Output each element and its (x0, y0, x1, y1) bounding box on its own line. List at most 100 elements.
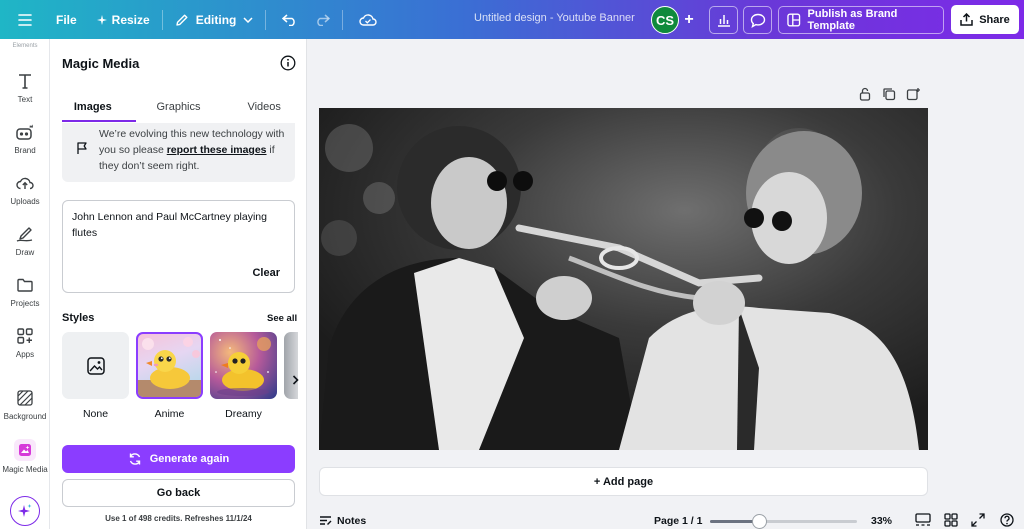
draw-icon (15, 224, 35, 244)
left-rail: Elements Text Brand Uploads Draw Project… (0, 39, 50, 529)
media-tabs: Images Graphics Videos (50, 97, 307, 121)
text-icon (15, 71, 35, 91)
file-label: File (56, 12, 77, 27)
grid-view-icon[interactable] (944, 513, 958, 527)
credits-text: Use 1 of 498 credits. Refreshes 11/1/24 (105, 514, 252, 523)
resize-button[interactable]: Resize (89, 6, 158, 34)
add-page-button[interactable]: + Add page (319, 467, 928, 496)
insights-button[interactable] (709, 6, 738, 34)
tab-images[interactable]: Images (50, 97, 136, 121)
brand-icon (15, 122, 35, 142)
rail-item-label: Brand (14, 146, 36, 155)
file-menu[interactable]: File (48, 6, 85, 34)
rail-item-uploads[interactable]: Uploads (0, 173, 50, 206)
notice-text: We’re evolving this new technology with … (99, 126, 289, 174)
magic-media-icon (14, 439, 36, 461)
tab-videos[interactable]: Videos (221, 97, 307, 121)
rail-item-label: Text (17, 95, 33, 104)
rail-item-magic-media[interactable]: Magic Media (0, 439, 50, 474)
rail-item-projects[interactable]: Projects (0, 275, 50, 308)
notes-button[interactable]: Notes (319, 515, 366, 527)
dreamy-duck-thumbnail (215, 337, 271, 396)
rail-item-label: Draw (15, 248, 35, 257)
style-option-none[interactable] (62, 332, 129, 399)
rail-item-elements-label: Elements (12, 43, 38, 49)
rail-item-label: Background (3, 412, 47, 421)
styles-next-arrow[interactable] (286, 371, 304, 389)
folder-icon (15, 275, 35, 295)
zoom-level[interactable]: 33% (871, 515, 892, 527)
feedback-notice: We’re evolving this new technology with … (62, 123, 295, 182)
rail-item-brand[interactable]: Brand (0, 122, 50, 155)
image-placeholder-icon (86, 356, 105, 375)
hamburger-icon (18, 13, 32, 26)
undo-button[interactable] (274, 6, 306, 34)
generated-photo (319, 108, 928, 450)
clear-button[interactable]: Clear (252, 267, 280, 279)
divider (161, 9, 163, 30)
style-option-anime[interactable] (136, 332, 203, 399)
magic-media-panel: Magic Media Images Graphics Videos We’re… (50, 39, 307, 529)
zoom-slider[interactable] (710, 514, 857, 529)
tab-graphics[interactable]: Graphics (136, 97, 222, 121)
rail-item-draw[interactable]: Draw (0, 224, 50, 257)
anime-duck-thumbnail (138, 337, 201, 397)
fullscreen-icon[interactable] (971, 513, 985, 527)
rail-item-label: Magic Media (2, 465, 48, 474)
chevron-right-icon (292, 375, 299, 385)
cloud-check-icon (359, 14, 377, 26)
lock-icon[interactable] (858, 87, 872, 101)
rail-item-text[interactable]: Text (0, 71, 50, 104)
menu-button[interactable] (8, 6, 42, 34)
active-tab-indicator (62, 120, 136, 122)
upload-cloud-icon (15, 173, 35, 193)
duplicate-icon[interactable] (882, 87, 896, 101)
report-images-link[interactable]: report these images (167, 144, 267, 156)
chevron-down-icon (243, 16, 253, 23)
cloud-save-status[interactable] (351, 6, 385, 34)
flag-icon (76, 141, 88, 155)
share-upload-icon (960, 13, 973, 26)
user-avatar[interactable]: CS (651, 6, 679, 34)
see-all-link[interactable]: See all (267, 313, 297, 324)
document-title[interactable]: Untitled design - Youtube Banner (474, 12, 635, 24)
apps-icon (15, 326, 35, 346)
rail-item-background[interactable]: Background (0, 388, 50, 421)
comments-button[interactable] (743, 6, 772, 34)
rail-item-apps[interactable]: Apps (0, 326, 50, 359)
style-label-none: None (82, 408, 109, 420)
share-button[interactable]: Share (951, 5, 1019, 34)
rail-item-label: Uploads (10, 197, 40, 206)
editing-mode-dropdown[interactable]: Editing (167, 6, 262, 34)
generate-again-button[interactable]: Generate again (62, 445, 295, 473)
design-canvas-image[interactable] (319, 108, 928, 450)
pages-view-icon[interactable] (915, 513, 931, 527)
publish-brand-template-button[interactable]: Publish as Brand Template (778, 6, 944, 34)
magic-assistant-button[interactable] (10, 496, 40, 526)
rail-item-label: Projects (10, 299, 40, 308)
divider (342, 9, 344, 30)
redo-button[interactable] (306, 6, 338, 34)
styles-heading: Styles (62, 312, 95, 324)
add-page-icon[interactable] (906, 87, 920, 101)
prompt-text: John Lennon and Paul McCartney playing f… (72, 211, 267, 239)
sparkles-icon (18, 504, 32, 517)
canvas-toolbar (858, 87, 920, 101)
publish-label: Publish as Brand Template (807, 8, 898, 32)
notes-icon (320, 516, 332, 525)
panel-title: Magic Media (62, 56, 140, 71)
info-icon[interactable] (280, 55, 296, 71)
go-back-button[interactable]: Go back (62, 479, 295, 507)
bar-chart-icon (717, 15, 730, 27)
top-bar: File Resize Editing Untitled design - Yo… (0, 0, 1024, 39)
style-option-dreamy[interactable] (210, 332, 277, 399)
comment-icon (750, 13, 765, 28)
resize-label: Resize (111, 12, 150, 27)
refresh-icon (129, 453, 140, 465)
redo-icon (317, 13, 331, 26)
zoom-slider-thumb[interactable] (752, 514, 767, 529)
add-collaborator-button[interactable]: + (679, 10, 699, 30)
help-icon[interactable] (1000, 513, 1014, 527)
prompt-textarea[interactable]: John Lennon and Paul McCartney playing f… (62, 200, 295, 293)
page-indicator[interactable]: Page 1 / 1 (654, 515, 702, 527)
